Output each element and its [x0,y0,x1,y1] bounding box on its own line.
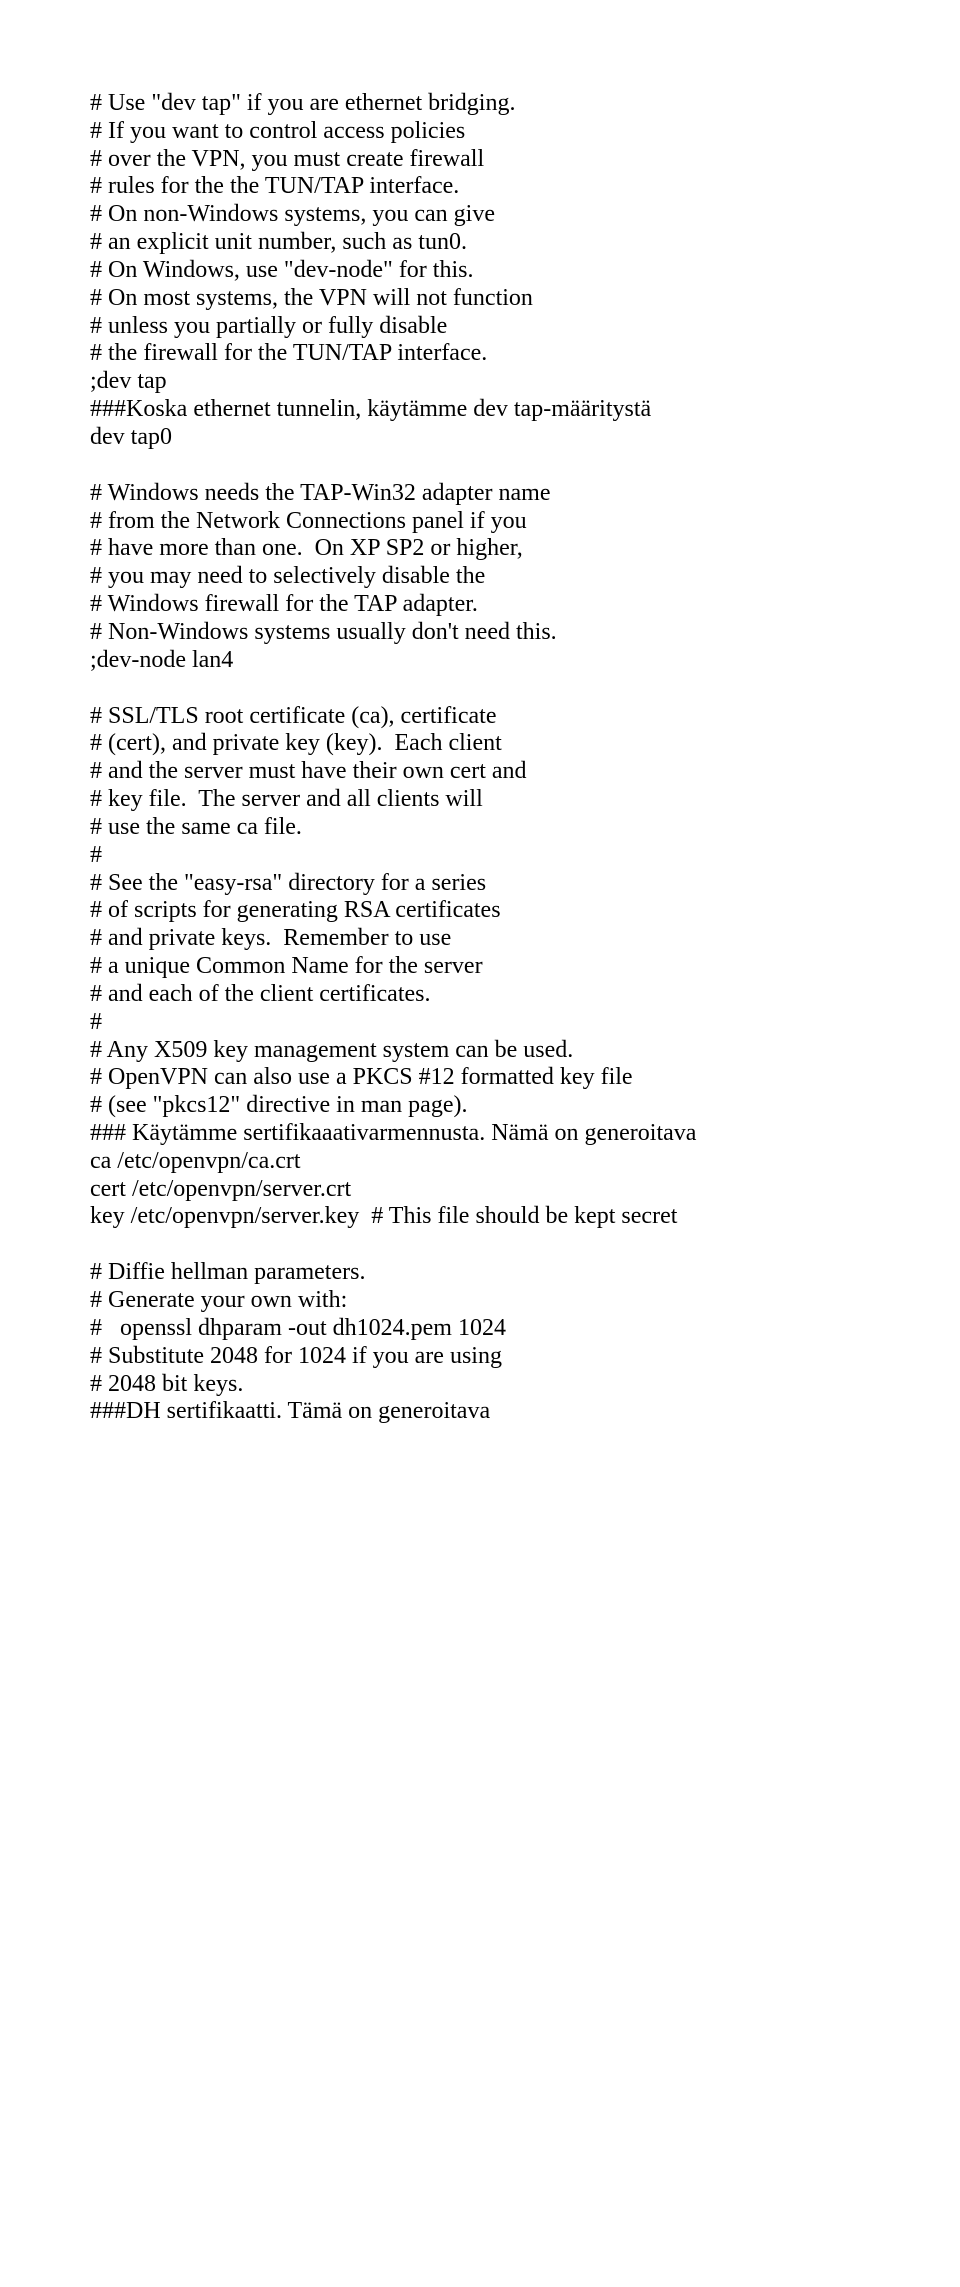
config-line: # Substitute 2048 for 1024 if you are us… [90,1343,870,1371]
config-line: # and each of the client certificates. [90,981,870,1009]
config-line: # [90,1009,870,1037]
config-line: # unless you partially or fully disable [90,313,870,341]
config-line: # Use "dev tap" if you are ethernet brid… [90,90,870,118]
config-line: # On most systems, the VPN will not func… [90,285,870,313]
config-line: cert /etc/openvpn/server.crt [90,1176,870,1204]
config-line: # have more than one. On XP SP2 or highe… [90,535,870,563]
blank-line [90,1231,870,1259]
config-text-block: # Use "dev tap" if you are ethernet brid… [90,90,870,1426]
config-line: # If you want to control access policies [90,118,870,146]
config-line: # and private keys. Remember to use [90,925,870,953]
config-line: ;dev tap [90,368,870,396]
config-line: # a unique Common Name for the server [90,953,870,981]
config-line: # from the Network Connections panel if … [90,508,870,536]
config-line: # On Windows, use "dev-node" for this. [90,257,870,285]
config-line: # (see "pkcs12" directive in man page). [90,1092,870,1120]
config-line: ### Käytämme sertifikaaativarmennusta. N… [90,1120,870,1148]
config-line: # over the VPN, you must create firewall [90,146,870,174]
config-line: # SSL/TLS root certificate (ca), certifi… [90,703,870,731]
config-line: # See the "easy-rsa" directory for a ser… [90,870,870,898]
blank-line [90,452,870,480]
config-line: key /etc/openvpn/server.key # This file … [90,1203,870,1231]
config-line: # OpenVPN can also use a PKCS #12 format… [90,1064,870,1092]
config-line: # (cert), and private key (key). Each cl… [90,730,870,758]
blank-line [90,675,870,703]
config-line: # you may need to selectively disable th… [90,563,870,591]
config-line: # Windows needs the TAP-Win32 adapter na… [90,480,870,508]
config-line: # the firewall for the TUN/TAP interface… [90,340,870,368]
config-line: # key file. The server and all clients w… [90,786,870,814]
config-line: ###DH sertifikaatti. Tämä on generoitava [90,1398,870,1426]
config-line: # On non-Windows systems, you can give [90,201,870,229]
config-line: # Any X509 key management system can be … [90,1037,870,1065]
config-line: # openssl dhparam -out dh1024.pem 1024 [90,1315,870,1343]
config-line: # rules for the the TUN/TAP interface. [90,173,870,201]
config-line: # 2048 bit keys. [90,1371,870,1399]
config-line: # [90,842,870,870]
config-line: ca /etc/openvpn/ca.crt [90,1148,870,1176]
config-line: # of scripts for generating RSA certific… [90,897,870,925]
config-line: ###Koska ethernet tunnelin, käytämme dev… [90,396,870,424]
config-line: # an explicit unit number, such as tun0. [90,229,870,257]
config-line: # Diffie hellman parameters. [90,1259,870,1287]
config-line: dev tap0 [90,424,870,452]
config-line: # Non-Windows systems usually don't need… [90,619,870,647]
config-line: # and the server must have their own cer… [90,758,870,786]
config-line: # Windows firewall for the TAP adapter. [90,591,870,619]
config-line: # Generate your own with: [90,1287,870,1315]
config-line: ;dev-node lan4 [90,647,870,675]
config-line: # use the same ca file. [90,814,870,842]
